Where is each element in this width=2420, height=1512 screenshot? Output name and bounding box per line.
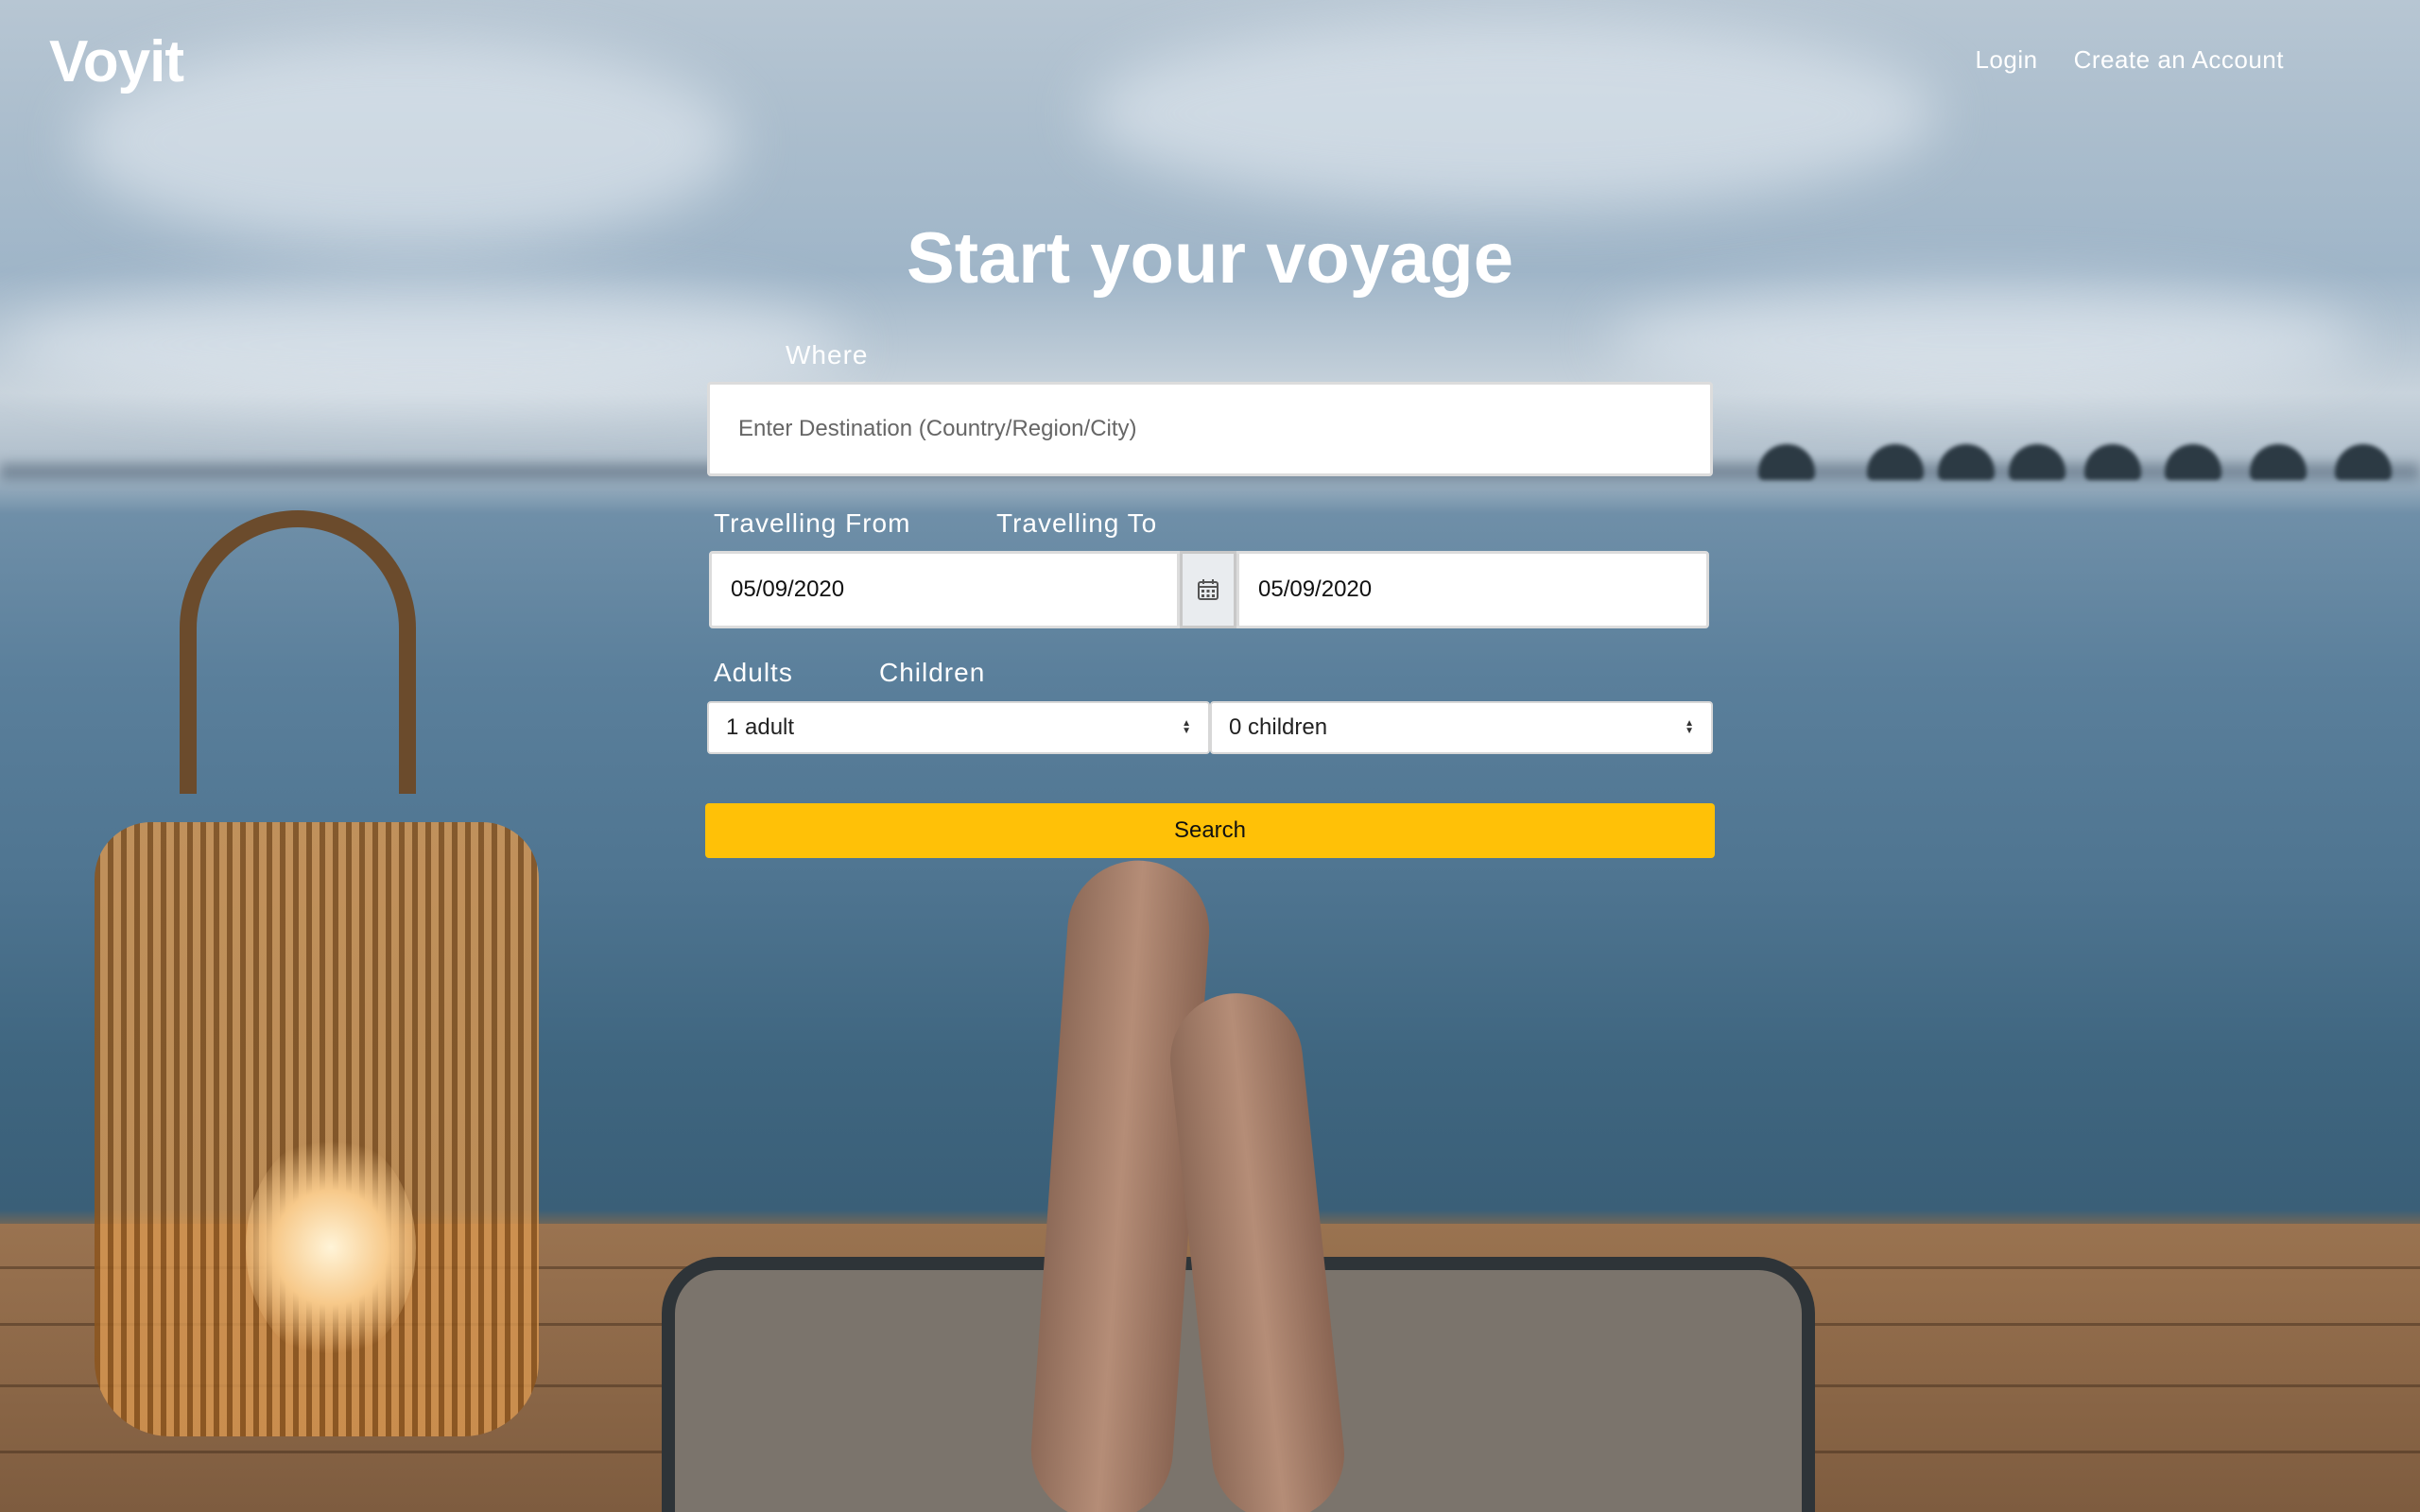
calendar-button[interactable]: [1180, 551, 1236, 628]
lantern-image: [95, 510, 548, 1455]
water-villa: [2009, 444, 2066, 480]
create-account-link[interactable]: Create an Account: [2074, 45, 2284, 75]
cloud: [1087, 19, 1938, 208]
travelling-from-label: Travelling From: [714, 508, 911, 538]
children-label: Children: [879, 658, 986, 687]
page: Voyit Login Create an Account Start your…: [0, 0, 2420, 1512]
adults-select[interactable]: 1 adult ▲ ▼: [707, 701, 1210, 754]
top-nav: Login Create an Account: [1975, 45, 2284, 75]
travelling-to-input[interactable]: [1236, 551, 1709, 628]
adults-label: Adults: [714, 658, 793, 687]
water-villa: [2165, 444, 2221, 480]
calendar-icon: [1198, 579, 1219, 600]
adults-select-value: 1 adult: [726, 714, 795, 740]
travelling-from-input[interactable]: [709, 551, 1180, 628]
select-arrows-icon: ▲ ▼: [1685, 718, 1694, 736]
login-link[interactable]: Login: [1975, 45, 2037, 75]
water-villa: [1758, 444, 1815, 480]
water-villa: [2084, 444, 2141, 480]
cloud: [1607, 284, 2363, 397]
children-select[interactable]: 0 children ▲ ▼: [1210, 701, 1713, 754]
where-label: Where: [786, 340, 869, 369]
water-villa: [2335, 444, 2392, 480]
search-button[interactable]: Search: [705, 803, 1715, 858]
children-select-value: 0 children: [1229, 714, 1328, 740]
select-arrows-icon: ▲ ▼: [1182, 718, 1191, 736]
page-title: Start your voyage: [907, 218, 1513, 299]
water-villa: [2250, 444, 2307, 480]
logo[interactable]: Voyit: [49, 28, 184, 95]
water-villa: [1867, 444, 1924, 480]
travelling-to-label: Travelling To: [996, 508, 1158, 538]
destination-input[interactable]: [707, 382, 1713, 476]
water-villa: [1938, 444, 1995, 480]
